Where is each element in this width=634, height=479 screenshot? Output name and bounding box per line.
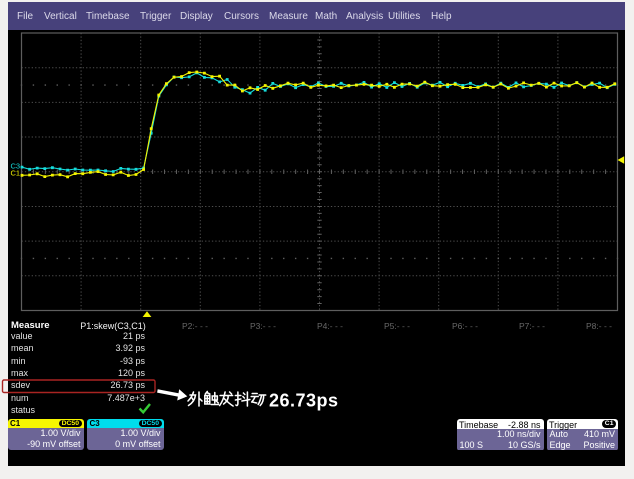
svg-text:26.73ps: 26.73ps <box>269 391 339 411</box>
svg-text:C1: C1 <box>11 169 21 178</box>
